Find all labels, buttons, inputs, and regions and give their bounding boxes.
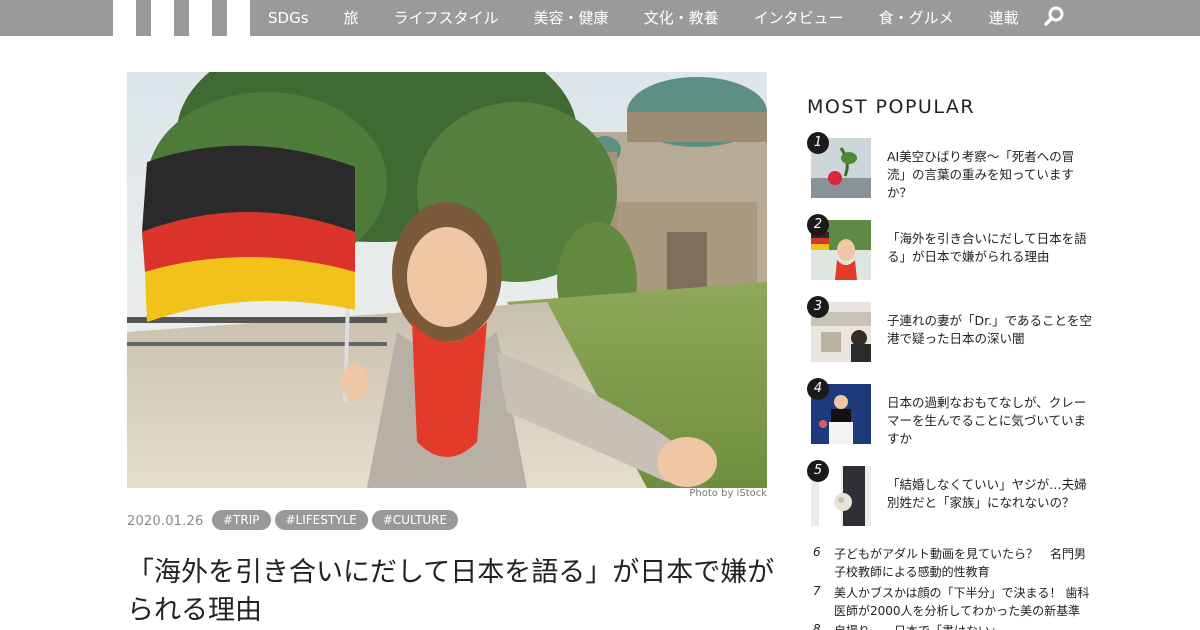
- popular-item-title: 自撮り……日本で「書けない」: [834, 622, 1096, 630]
- popular-item-8[interactable]: 8 自撮り……日本で「書けない」: [807, 622, 1097, 630]
- nav-item-series[interactable]: 連載: [989, 3, 1019, 33]
- tag-trip[interactable]: #TRIP: [212, 510, 271, 530]
- popular-item-3[interactable]: 3 子連れの妻が「Dr.」であることを空港で疑った日本の深い闇: [807, 296, 1097, 362]
- site-logo[interactable]: [113, 0, 250, 36]
- rank-badge: 1: [807, 132, 829, 154]
- nav-item-culture[interactable]: 文化・教養: [644, 3, 719, 33]
- rank-number: 8: [813, 622, 821, 630]
- article-title: 「海外を引き合いにだして日本を語る」が日本で嫌がられる理由: [127, 557, 775, 626]
- logo-bar: [227, 0, 250, 36]
- search-icon: [1044, 6, 1064, 26]
- nav-item-food[interactable]: 食・グルメ: [879, 3, 954, 33]
- nav-menu: SDGs 旅 ライフスタイル 美容・健康 文化・教養 インタビュー 食・グルメ …: [268, 0, 1054, 36]
- logo-bar: [189, 0, 212, 36]
- popular-item-title: 子連れの妻が「Dr.」であることを空港で疑った日本の深い闇: [887, 313, 1092, 346]
- logo-bar: [113, 0, 136, 36]
- search-button[interactable]: [1042, 4, 1068, 30]
- popular-item-title: 子どもがアダルト動画を見ていたら？ 名門男子校教師による感動的性教育: [834, 547, 1087, 579]
- rank-number: 7: [813, 584, 821, 598]
- tag-list: #TRIP #LIFESTYLE #CULTURE: [212, 510, 462, 530]
- rank-number: 6: [813, 545, 821, 559]
- tag-culture[interactable]: #CULTURE: [371, 510, 459, 530]
- popular-item-title: 日本の過剰なおもてなしが、クレーマーを生んでることに気づいていますか: [887, 395, 1087, 446]
- photo-credit: Photo by iStock: [689, 488, 767, 499]
- popular-item-2[interactable]: 2 「海外を引き合いにだして日本を語る」が日本で嫌がられる理由: [807, 214, 1097, 280]
- nav-item-beauty-health[interactable]: 美容・健康: [534, 3, 609, 33]
- tag-lifestyle[interactable]: #LIFESTYLE: [274, 510, 368, 530]
- popular-item-5[interactable]: 5 「結婚しなくていい」ヤジが…夫婦別姓だと「家族」になれないの？: [807, 460, 1097, 526]
- nav-item-interview[interactable]: インタビュー: [754, 3, 844, 33]
- nav-item-lifestyle[interactable]: ライフスタイル: [394, 3, 499, 33]
- rank-badge: 4: [807, 378, 829, 400]
- popular-item-title: 美人かブスかは顔の「下半分」で決まる！ 歯科医師が2000人を分析してわかった美…: [834, 586, 1090, 618]
- rank-badge: 5: [807, 460, 829, 482]
- rank-badge: 3: [807, 296, 829, 318]
- popular-item-4[interactable]: 4 日本の過剰なおもてなしが、クレーマーを生んでることに気づいていますか: [807, 378, 1097, 446]
- most-popular-heading: MOST POPULAR: [807, 96, 976, 118]
- popular-item-title: AI美空ひばり考察～「死者への冒涜」の言葉の重みを知っていますか？: [887, 149, 1075, 200]
- top-navigation: SDGs 旅 ライフスタイル 美容・健康 文化・教養 インタビュー 食・グルメ …: [0, 0, 1200, 36]
- article-date: 2020.01.26: [127, 514, 204, 529]
- popular-item-title: 「海外を引き合いにだして日本を語る」が日本で嫌がられる理由: [887, 231, 1087, 264]
- logo-bar: [151, 0, 174, 36]
- nav-item-sdgs[interactable]: SDGs: [268, 3, 309, 33]
- popular-item-1[interactable]: 1 AI美空ひばり考察～「死者への冒涜」の言葉の重みを知っていますか？: [807, 132, 1097, 200]
- hero-image: [127, 72, 767, 488]
- popular-item-title: 「結婚しなくていい」ヤジが…夫婦別姓だと「家族」になれないの？: [887, 477, 1087, 510]
- rank-badge: 2: [807, 214, 829, 236]
- nav-item-trip[interactable]: 旅: [344, 3, 359, 33]
